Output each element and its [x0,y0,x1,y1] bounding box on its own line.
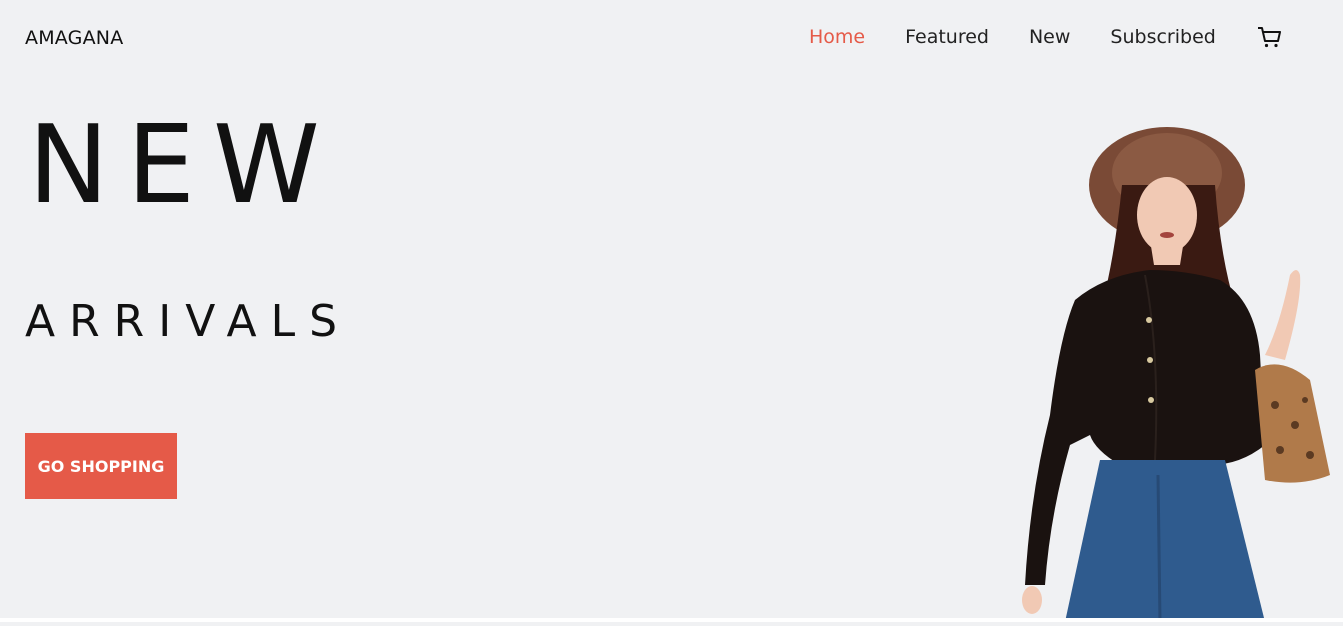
hero-headline: NEW [28,103,338,228]
hero-subheadline: ARRIVALS [25,296,352,347]
nav-subscribed[interactable]: Subscribed [1110,26,1215,48]
nav-featured[interactable]: Featured [905,26,989,48]
shopping-cart-icon[interactable] [1256,24,1284,52]
nav-home[interactable]: Home [809,26,865,48]
go-shopping-button[interactable]: GO SHOPPING [25,433,177,499]
nav-new[interactable]: New [1029,26,1070,48]
hero-model-image [1010,115,1343,623]
brand-logo[interactable]: AMAGANA [25,27,123,49]
main-nav: Home Featured New Subscribed [809,26,1256,48]
page-divider [0,618,1343,622]
